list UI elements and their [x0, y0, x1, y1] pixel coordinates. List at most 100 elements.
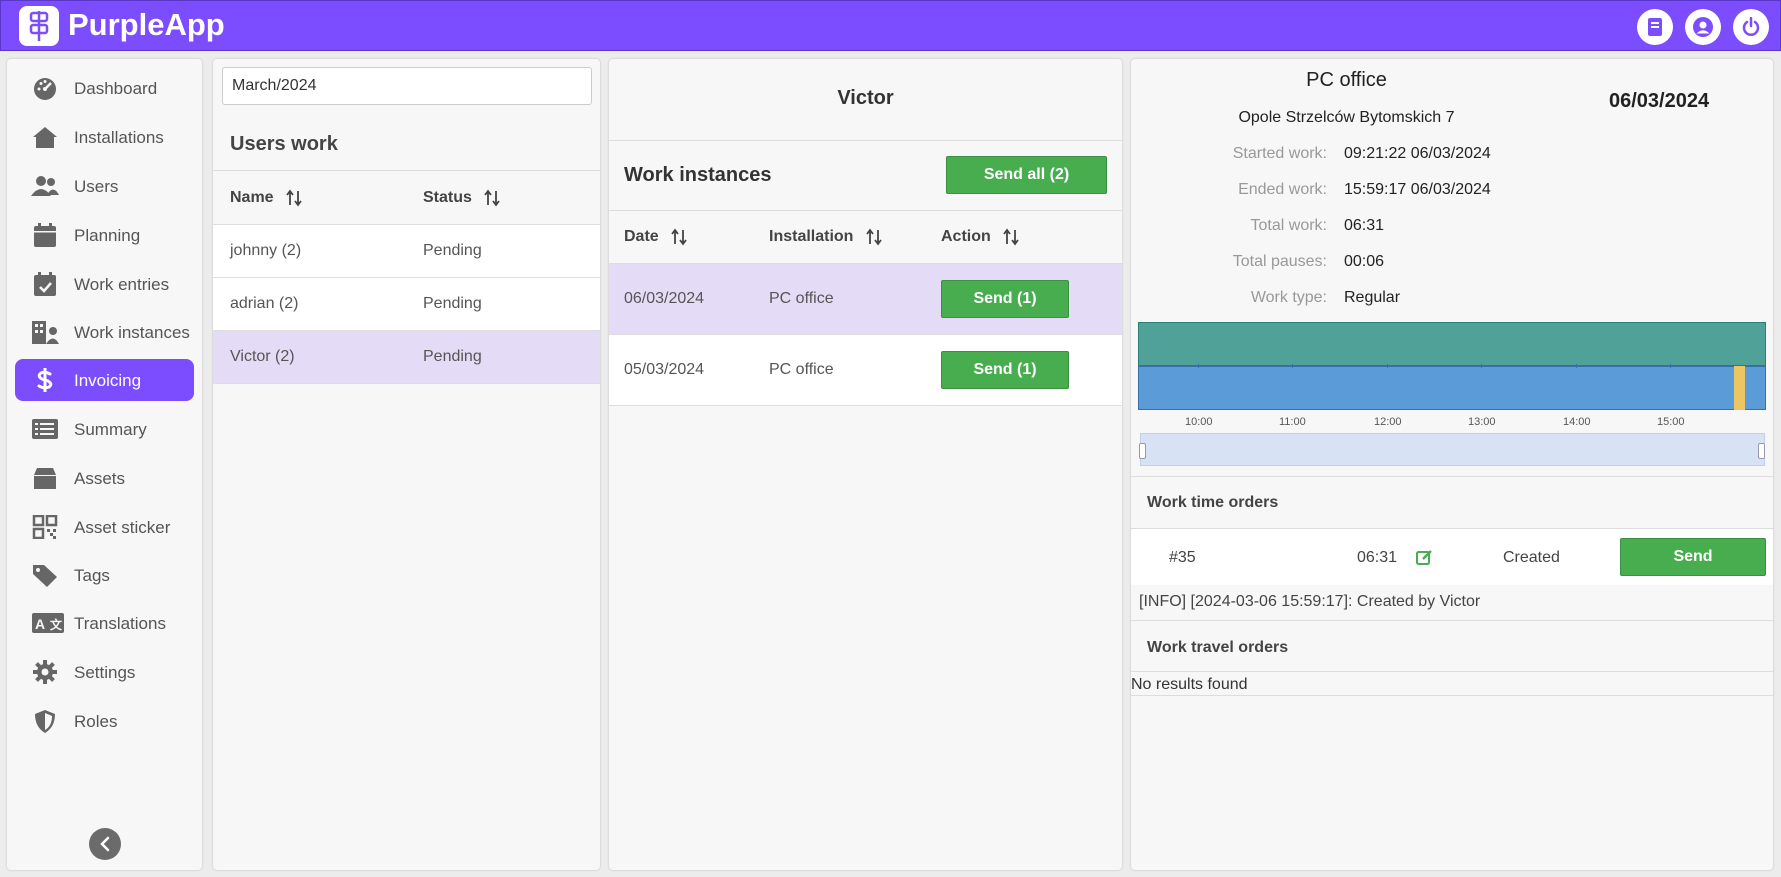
- sort-icon: [1003, 228, 1019, 246]
- profile-button[interactable]: [1685, 9, 1721, 45]
- order-id: #35: [1169, 549, 1196, 566]
- work-type-value: Regular: [1344, 289, 1401, 306]
- table-row[interactable]: Victor (2) Pending: [213, 331, 600, 384]
- total-pauses-label: Total pauses:: [1232, 253, 1327, 270]
- timeline-label: 15:00: [1657, 416, 1685, 428]
- dollar-icon: [37, 368, 53, 392]
- total-pauses-value: 00:06: [1344, 253, 1385, 270]
- sidebar-item-label: Users: [74, 177, 119, 196]
- gauge-icon: [34, 78, 56, 100]
- sidebar-item-translations[interactable]: A 文 Translations: [15, 602, 194, 644]
- timeline-tick: [1576, 364, 1577, 368]
- work-date: 06/03/2024: [1609, 90, 1710, 112]
- no-results-text: No results found: [1131, 676, 1248, 693]
- shield-icon: [35, 710, 55, 733]
- user-status: Pending: [423, 242, 482, 259]
- sidebar-item-label: Work entries: [74, 275, 170, 294]
- divider: [1131, 695, 1773, 696]
- send-order-button[interactable]: Send: [1620, 538, 1766, 576]
- sidebar-item-label: Translations: [74, 614, 166, 633]
- range-handle-left[interactable]: [1139, 443, 1146, 459]
- sidebar-item-label: Settings: [74, 663, 136, 682]
- sidebar-item-tags[interactable]: Tags: [15, 554, 194, 596]
- logo-icon: [29, 11, 49, 41]
- divider: [1131, 671, 1773, 672]
- sidebar-item-dashboard[interactable]: Dashboard: [15, 67, 194, 109]
- timeline-tick: [1481, 364, 1482, 368]
- range-handle-right[interactable]: [1758, 443, 1765, 459]
- timeline-tick: [1198, 364, 1199, 368]
- sidebar-item-users[interactable]: Users: [15, 165, 194, 207]
- sort-icon: [484, 189, 501, 207]
- table-row[interactable]: johnny (2) Pending: [213, 225, 600, 278]
- order-status: Created: [1503, 549, 1560, 566]
- list-icon: [32, 419, 58, 439]
- column-header-label: Installation: [769, 228, 854, 246]
- top-bar: PurpleApp: [0, 0, 1781, 51]
- divider: [1131, 620, 1773, 621]
- sort-icon: [866, 228, 882, 246]
- started-work-value: 09:21:22 06/03/2024: [1344, 145, 1491, 162]
- total-work-label: Total work:: [1250, 217, 1327, 234]
- power-icon: [1742, 17, 1760, 36]
- table-row[interactable]: 05/03/2024 PC office Send (1): [609, 335, 1122, 406]
- table-row[interactable]: adrian (2) Pending: [213, 278, 600, 331]
- sidebar-item-label: Asset sticker: [74, 518, 171, 537]
- work-timeline[interactable]: [1138, 322, 1766, 412]
- sidebar-item-installations[interactable]: Installations: [15, 116, 194, 158]
- column-header-installation[interactable]: Installation: [769, 228, 883, 246]
- box-icon: [34, 468, 56, 489]
- month-picker-input[interactable]: [222, 67, 592, 105]
- tag-icon: [33, 565, 57, 587]
- sidebar-item-asset-sticker[interactable]: Asset sticker: [15, 506, 194, 548]
- sidebar-item-invoicing[interactable]: Invoicing: [15, 359, 194, 401]
- column-header-status[interactable]: Status: [423, 189, 501, 207]
- sidebar-item-label: Planning: [74, 226, 141, 245]
- send-instance-button[interactable]: Send (1): [941, 351, 1069, 389]
- sidebar-item-settings[interactable]: Settings: [15, 651, 194, 693]
- calendar-check-icon: [34, 272, 56, 296]
- column-header-action[interactable]: Action: [941, 228, 1020, 246]
- ended-work-value: 15:59:17 06/03/2024: [1344, 181, 1491, 198]
- installation-name: PC office: [1306, 69, 1387, 91]
- collapse-sidebar-button[interactable]: [89, 828, 121, 860]
- column-header-name[interactable]: Name: [230, 189, 303, 207]
- sidebar-item-summary[interactable]: Summary: [15, 408, 194, 450]
- svg-text:A: A: [35, 616, 45, 632]
- user-name: johnny (2): [230, 242, 302, 259]
- timeline-tick: [1292, 364, 1293, 368]
- work-type-label: Work type:: [1250, 289, 1327, 306]
- timeline-range-navigator[interactable]: [1139, 433, 1765, 466]
- sidebar-item-assets[interactable]: Assets: [15, 457, 194, 499]
- sidebar-item-work-instances[interactable]: Work instances: [15, 311, 194, 353]
- edit-icon[interactable]: [1416, 549, 1433, 566]
- app-logo[interactable]: [19, 6, 59, 46]
- sort-icon: [286, 189, 302, 207]
- send-instance-button[interactable]: Send (1): [941, 280, 1069, 318]
- users-work-title: Users work: [230, 133, 338, 155]
- send-all-button[interactable]: Send all (2): [946, 156, 1107, 194]
- work-instances-panel: Victor Work instances Send all (2) Date …: [609, 59, 1122, 870]
- selected-user-name: Victor: [837, 87, 894, 109]
- sidebar-item-label: Summary: [74, 420, 147, 439]
- book-icon: [1648, 18, 1662, 36]
- instance-installation: PC office: [769, 361, 834, 378]
- sidebar-item-label: Assets: [74, 469, 126, 488]
- table-row[interactable]: 06/03/2024 PC office Send (1): [609, 264, 1122, 335]
- sidebar-item-label: Dashboard: [74, 79, 158, 98]
- sidebar-item-work-entries[interactable]: Work entries: [15, 263, 194, 305]
- language-icon: A 文: [32, 613, 64, 633]
- sidebar-item-planning[interactable]: Planning: [15, 214, 194, 256]
- column-header-label: Name: [230, 189, 274, 207]
- installation-address: Opole Strzelców Bytomskich 7: [1238, 109, 1455, 126]
- column-header-date[interactable]: Date: [624, 228, 688, 246]
- timeline-work-band: [1138, 322, 1766, 366]
- timeline-label: 13:00: [1468, 416, 1496, 428]
- divider: [213, 170, 600, 171]
- timeline-label: 12:00: [1374, 416, 1402, 428]
- book-button[interactable]: [1637, 9, 1673, 45]
- logout-button[interactable]: [1733, 9, 1769, 45]
- sidebar-item-roles[interactable]: Roles: [15, 700, 194, 742]
- sidebar-item-label: Invoicing: [74, 371, 142, 390]
- column-header-label: Action: [941, 228, 991, 246]
